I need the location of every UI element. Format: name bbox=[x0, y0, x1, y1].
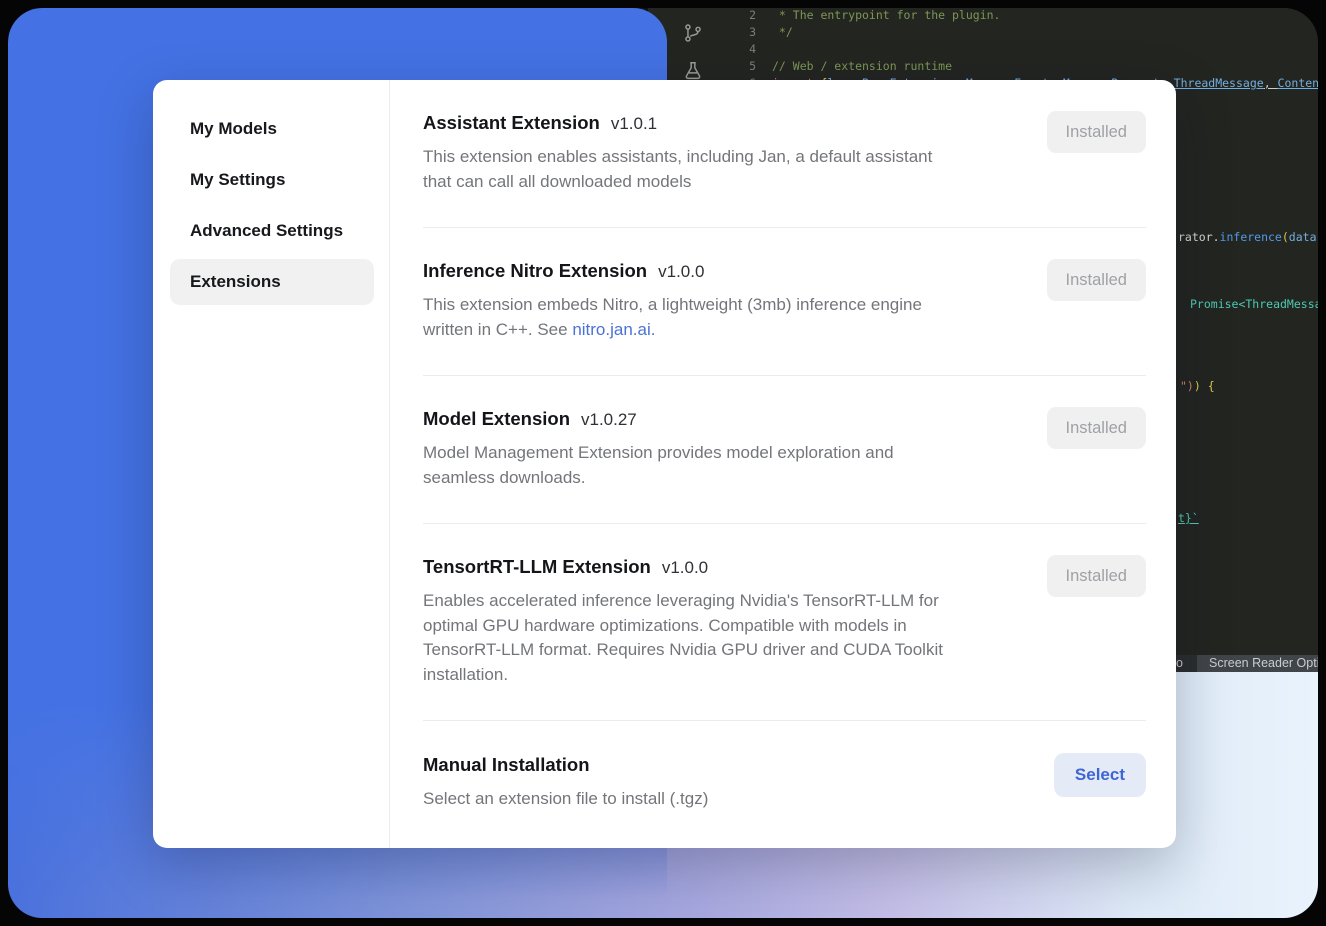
code-fragment: Promise<ThreadMessage> bbox=[1190, 296, 1318, 313]
installed-button[interactable]: Installed bbox=[1047, 111, 1146, 153]
code-line: 2 * The entrypoint for the plugin. bbox=[710, 8, 1318, 24]
code-fragment: ")) { bbox=[1180, 378, 1215, 395]
installed-button[interactable]: Installed bbox=[1047, 407, 1146, 449]
extension-version: v1.0.27 bbox=[581, 410, 637, 430]
extension-title: Inference Nitro Extension bbox=[423, 258, 647, 284]
screen: 2 * The entrypoint for the plugin. 3 */ … bbox=[8, 8, 1318, 918]
manual-installation-title: Manual Installation bbox=[423, 752, 590, 778]
extension-row-model: Model Extension v1.0.27 Model Management… bbox=[423, 376, 1146, 524]
extension-row-assistant: Assistant Extension v1.0.1 This extensio… bbox=[423, 80, 1146, 228]
nitro-link[interactable]: nitro.jan.ai. bbox=[572, 320, 655, 339]
code-fragment: rator.inference(data)); bbox=[1178, 229, 1318, 246]
manual-installation-description: Select an extension file to install (.tg… bbox=[423, 787, 1054, 812]
extension-version: v1.0.1 bbox=[611, 114, 657, 134]
settings-modal: My Models My Settings Advanced Settings … bbox=[153, 80, 1176, 848]
sidebar-item-advanced-settings[interactable]: Advanced Settings bbox=[170, 208, 374, 254]
code-line: 5 // Web / extension runtime bbox=[710, 58, 1318, 75]
extension-description: This extension embeds Nitro, a lightweig… bbox=[423, 293, 1047, 342]
extension-version: v1.0.0 bbox=[658, 262, 704, 282]
extension-title: Assistant Extension bbox=[423, 110, 600, 136]
code-fragment: t}` bbox=[1178, 510, 1199, 527]
installed-button[interactable]: Installed bbox=[1047, 259, 1146, 301]
select-file-button[interactable]: Select bbox=[1054, 753, 1146, 797]
source-control-icon[interactable] bbox=[682, 22, 704, 49]
extension-description: This extension enables assistants, inclu… bbox=[423, 145, 1047, 194]
extension-description: Model Management Extension provides mode… bbox=[423, 441, 1047, 490]
code-line: 3 */ bbox=[710, 24, 1318, 41]
sidebar-item-my-models[interactable]: My Models bbox=[170, 106, 374, 152]
extension-row-inference-nitro: Inference Nitro Extension v1.0.0 This ex… bbox=[423, 228, 1146, 376]
extension-row-tensorrt-llm: TensortRT-LLM Extension v1.0.0 Enables a… bbox=[423, 524, 1146, 721]
sidebar-item-my-settings[interactable]: My Settings bbox=[170, 157, 374, 203]
manual-installation-row: Manual Installation Select an extension … bbox=[423, 721, 1146, 845]
extensions-panel: Assistant Extension v1.0.1 This extensio… bbox=[390, 80, 1176, 848]
screen-reader-status-item[interactable]: Screen Reader Optimize bbox=[1197, 655, 1318, 672]
sidebar-item-extensions[interactable]: Extensions bbox=[170, 259, 374, 305]
extension-version: v1.0.0 bbox=[662, 558, 708, 578]
extension-title: Model Extension bbox=[423, 406, 570, 432]
extension-title: TensortRT-LLM Extension bbox=[423, 554, 651, 580]
code-line: 4 bbox=[710, 41, 1318, 58]
settings-sidebar: My Models My Settings Advanced Settings … bbox=[153, 80, 390, 848]
extension-description: Enables accelerated inference leveraging… bbox=[423, 589, 1047, 687]
installed-button[interactable]: Installed bbox=[1047, 555, 1146, 597]
